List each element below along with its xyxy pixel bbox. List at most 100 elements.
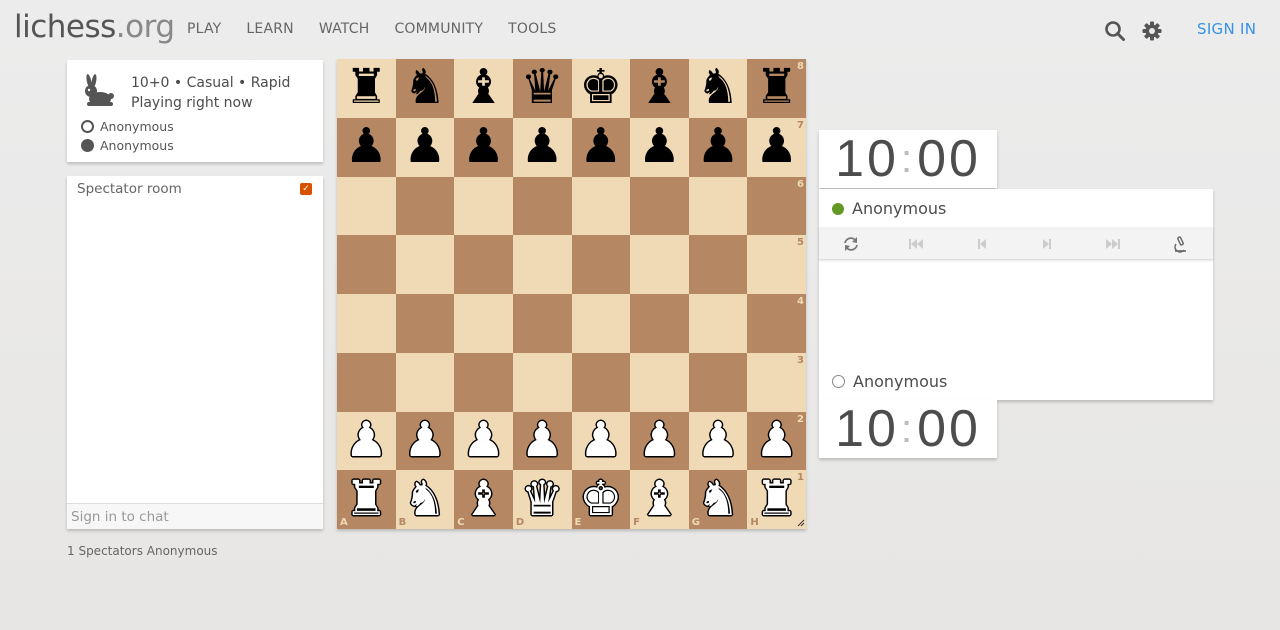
square-h4[interactable]: 4	[747, 294, 806, 353]
square-a8[interactable]: ♜	[337, 59, 396, 118]
square-f5[interactable]	[630, 235, 689, 294]
black-player-line[interactable]: Anonymous	[81, 138, 174, 153]
square-b2[interactable]: ♟	[395, 411, 455, 471]
square-d7[interactable]: ♟	[512, 117, 572, 177]
square-d2[interactable]: ♟	[512, 411, 572, 471]
previous-move-icon[interactable]	[973, 235, 991, 253]
square-c3[interactable]	[454, 352, 513, 412]
white-pawn-icon[interactable]: ♟	[755, 416, 798, 464]
nav-play[interactable]: PLAY	[187, 21, 221, 37]
black-rook-icon[interactable]: ♜	[755, 63, 798, 111]
square-h5[interactable]: 5	[747, 235, 806, 294]
square-g4[interactable]	[688, 294, 748, 353]
square-h8[interactable]: ♜ 8	[747, 59, 806, 118]
black-pawn-icon[interactable]: ♟	[403, 122, 446, 170]
square-e2[interactable]: ♟	[571, 411, 631, 471]
square-e6[interactable]	[571, 176, 631, 236]
black-bishop-icon[interactable]: ♝	[638, 63, 681, 111]
white-bishop-icon[interactable]: ♝	[638, 475, 681, 523]
black-pawn-icon[interactable]: ♟	[755, 122, 798, 170]
square-g1[interactable]: ♞ G	[688, 470, 748, 529]
nav-community[interactable]: COMMUNITY	[394, 21, 483, 37]
square-b4[interactable]	[395, 294, 455, 353]
square-g8[interactable]: ♞	[688, 59, 748, 118]
square-f1[interactable]: ♝ F	[630, 470, 689, 529]
square-h7[interactable]: ♟ 7	[747, 117, 806, 177]
square-a1[interactable]: ♜ A	[337, 470, 396, 529]
chat-toggle-checkbox[interactable]: ✓	[300, 183, 312, 195]
square-c1[interactable]: ♝ C	[454, 470, 513, 529]
square-g6[interactable]	[688, 176, 748, 236]
square-d8[interactable]: ♛	[512, 59, 572, 118]
white-rook-icon[interactable]: ♜	[345, 475, 388, 523]
chess-board[interactable]: ♜ ♞ ♝ ♛ ♚ ♝ ♞ ♜ 8 ♟ ♟ ♟ ♟ ♟ ♟ ♟ ♟ 7 6 5 4 3 ♟ ♟ ♟ ♟ ♟ ♟ ♟ ♟ 2 ♜ A ♞ B ♝ C ♛ D ♚…	[337, 59, 806, 529]
white-pawn-icon[interactable]: ♟	[638, 416, 681, 464]
search-icon[interactable]	[1104, 20, 1126, 42]
black-pawn-icon[interactable]: ♟	[638, 122, 681, 170]
black-queen-icon[interactable]: ♛	[521, 63, 564, 111]
square-b7[interactable]: ♟	[395, 117, 455, 177]
square-a4[interactable]	[337, 294, 396, 353]
white-pawn-icon[interactable]: ♟	[462, 416, 505, 464]
nav-watch[interactable]: WATCH	[319, 21, 370, 37]
square-f4[interactable]	[630, 294, 689, 353]
square-a7[interactable]: ♟	[337, 117, 396, 177]
bottom-player[interactable]: Anonymous	[832, 372, 947, 391]
gear-icon[interactable]	[1141, 20, 1163, 42]
black-knight-icon[interactable]: ♞	[697, 63, 740, 111]
black-bishop-icon[interactable]: ♝	[462, 63, 505, 111]
square-c7[interactable]: ♟	[454, 117, 513, 177]
last-move-icon[interactable]	[1104, 235, 1122, 253]
white-rook-icon[interactable]: ♜	[755, 475, 798, 523]
nav-tools[interactable]: TOOLS	[508, 21, 556, 37]
square-e7[interactable]: ♟	[571, 117, 631, 177]
board-resize-handle[interactable]	[797, 519, 805, 527]
square-f3[interactable]	[630, 352, 689, 412]
white-pawn-icon[interactable]: ♟	[345, 416, 388, 464]
white-queen-icon[interactable]: ♛	[521, 475, 564, 523]
square-b8[interactable]: ♞	[395, 59, 455, 118]
white-knight-icon[interactable]: ♞	[403, 475, 446, 523]
black-pawn-icon[interactable]: ♟	[521, 122, 564, 170]
square-g3[interactable]	[688, 352, 748, 412]
analysis-microscope-icon[interactable]	[1171, 235, 1189, 253]
black-pawn-icon[interactable]: ♟	[697, 122, 740, 170]
white-player-name[interactable]: Anonymous	[100, 119, 174, 134]
square-b1[interactable]: ♞ B	[395, 470, 455, 529]
square-e4[interactable]	[571, 294, 631, 353]
square-g5[interactable]	[688, 235, 748, 294]
square-c5[interactable]	[454, 235, 513, 294]
black-player-name[interactable]: Anonymous	[100, 138, 174, 153]
square-c4[interactable]	[454, 294, 513, 353]
square-a2[interactable]: ♟	[337, 411, 396, 471]
site-logo[interactable]: lichess.org	[14, 9, 175, 45]
white-pawn-icon[interactable]: ♟	[697, 416, 740, 464]
square-g2[interactable]: ♟	[688, 411, 748, 471]
square-c6[interactable]	[454, 176, 513, 236]
square-h6[interactable]: 6	[747, 176, 806, 236]
flip-board-icon[interactable]	[842, 235, 860, 253]
square-f7[interactable]: ♟	[630, 117, 689, 177]
square-f8[interactable]: ♝	[630, 59, 689, 118]
black-king-icon[interactable]: ♚	[579, 63, 622, 111]
black-knight-icon[interactable]: ♞	[403, 63, 446, 111]
white-king-icon[interactable]: ♚	[579, 475, 622, 523]
square-b6[interactable]	[395, 176, 455, 236]
black-pawn-icon[interactable]: ♟	[345, 122, 388, 170]
square-e1[interactable]: ♚ E	[571, 470, 631, 529]
square-f2[interactable]: ♟	[630, 411, 689, 471]
square-b5[interactable]	[395, 235, 455, 294]
top-player[interactable]: Anonymous	[832, 199, 946, 218]
square-c2[interactable]: ♟	[454, 411, 513, 471]
white-pawn-icon[interactable]: ♟	[579, 416, 622, 464]
white-bishop-icon[interactable]: ♝	[462, 475, 505, 523]
square-e5[interactable]	[571, 235, 631, 294]
square-h3[interactable]: 3	[747, 352, 806, 412]
square-a5[interactable]	[337, 235, 396, 294]
square-f6[interactable]	[630, 176, 689, 236]
square-a6[interactable]	[337, 176, 396, 236]
white-knight-icon[interactable]: ♞	[697, 475, 740, 523]
chat-input[interactable]	[67, 503, 323, 529]
bottom-player-name[interactable]: Anonymous	[853, 372, 947, 391]
square-c8[interactable]: ♝	[454, 59, 513, 118]
